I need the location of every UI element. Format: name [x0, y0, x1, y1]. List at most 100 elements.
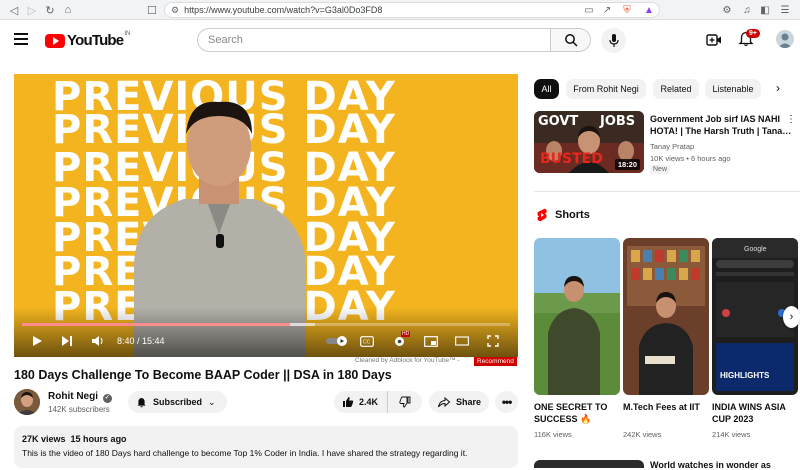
- brave-rewards-icon[interactable]: ▲: [642, 3, 656, 17]
- youtube-play-icon: [45, 33, 65, 48]
- short-thumbnail-image: [623, 238, 709, 395]
- channel-avatar[interactable]: [14, 389, 40, 415]
- search-button[interactable]: [550, 28, 591, 52]
- next-video-title[interactable]: World watches in wonder as: [650, 460, 771, 470]
- section-divider: [534, 191, 800, 192]
- next-button[interactable]: [60, 334, 74, 348]
- microphone-icon: [608, 34, 619, 47]
- chips-next-icon[interactable]: ›: [776, 81, 780, 95]
- home-icon[interactable]: ⌂: [60, 2, 76, 18]
- bookmark-icon[interactable]: ☐: [144, 2, 160, 18]
- svg-text:HIGHLIGHTS: HIGHLIGHTS: [720, 371, 770, 380]
- captions-icon: CC: [360, 335, 374, 347]
- autoplay-toggle[interactable]: [324, 334, 350, 348]
- view-meta: 27K views 15 hours ago: [22, 434, 127, 444]
- subscribed-button[interactable]: Subscribed ⌄: [128, 391, 227, 413]
- share-page-icon[interactable]: ↗: [600, 3, 614, 17]
- voice-search-button[interactable]: [601, 28, 626, 53]
- play-icon: [33, 336, 42, 346]
- like-dislike-group: 2.4K: [334, 391, 422, 413]
- youtube-logo[interactable]: YouTube IN: [45, 30, 131, 49]
- thumb-text-govt: GOVT: [538, 114, 579, 129]
- volume-icon: [91, 336, 102, 346]
- chip-from-channel[interactable]: From Rohit Negi: [566, 79, 646, 99]
- chip-listenable[interactable]: Listenable: [705, 79, 761, 99]
- progress-bar[interactable]: [22, 323, 510, 326]
- duration-badge: 18:20: [614, 159, 640, 170]
- shorts-next-arrow-icon[interactable]: ›: [783, 306, 800, 328]
- short-card[interactable]: [534, 238, 620, 395]
- site-info-icon[interactable]: ⚙: [171, 5, 179, 16]
- browser-back-icon[interactable]: ◁: [6, 2, 22, 18]
- channel-name-text: Rohit Negi: [48, 391, 98, 402]
- short-card[interactable]: [623, 238, 709, 395]
- shorts-heading: Shorts: [555, 209, 590, 221]
- adblock-note: Cleaned by Adblock for YouTube™ -: [355, 357, 460, 364]
- sidebar-icon[interactable]: ◧: [758, 3, 772, 17]
- search-placeholder: Search: [208, 34, 243, 46]
- miniplayer-button[interactable]: [424, 334, 438, 348]
- chip-all[interactable]: All: [534, 79, 559, 99]
- fullscreen-icon: [487, 335, 499, 347]
- share-arrow-icon: [438, 396, 450, 407]
- dislike-button[interactable]: [388, 391, 422, 413]
- channel-name[interactable]: Rohit Negi ✓: [48, 391, 112, 403]
- hd-badge: HD: [401, 331, 411, 337]
- recommendation-channel[interactable]: Tanay Pratap: [650, 142, 694, 151]
- video-title: 180 Days Challenge To Become BAAP Coder …: [14, 368, 392, 382]
- upload-age: 15 hours ago: [70, 434, 127, 444]
- search-input[interactable]: Search: [197, 28, 551, 52]
- shorts-icon: [537, 208, 547, 222]
- settings-button[interactable]: HD: [392, 331, 411, 348]
- search-icon: [564, 34, 578, 47]
- share-button[interactable]: Share: [429, 391, 489, 413]
- notification-count-badge: 9+: [746, 29, 760, 38]
- fullscreen-button[interactable]: [486, 334, 500, 348]
- reload-icon[interactable]: ↻: [42, 2, 58, 18]
- thumbs-up-icon: [343, 397, 354, 407]
- short-title[interactable]: M.Tech Fees at IIT: [623, 401, 709, 413]
- recommend-button[interactable]: Recommend: [474, 357, 517, 366]
- description-text: This is the video of 180 Days hard chall…: [22, 448, 468, 458]
- subscriber-count: 142K subscribers: [48, 405, 110, 414]
- recommendation-meta: 10K views • 6 hours ago: [650, 154, 731, 163]
- logo-text: YouTube: [67, 32, 124, 49]
- controls-gradient: [14, 307, 518, 357]
- volume-button[interactable]: [90, 334, 104, 348]
- theater-mode-icon: [455, 336, 469, 346]
- next-video-thumbnail[interactable]: [534, 460, 644, 468]
- captions-button[interactable]: CC: [360, 334, 374, 348]
- description-box[interactable]: [14, 426, 518, 468]
- user-avatar-icon: [778, 33, 792, 48]
- svg-text:Google: Google: [744, 246, 767, 253]
- theater-mode-button[interactable]: [455, 334, 469, 348]
- view-count: 27K views: [22, 434, 66, 444]
- media-icon[interactable]: ♫: [740, 3, 754, 17]
- short-views: 242K views: [623, 430, 662, 439]
- more-actions-button[interactable]: •••: [495, 391, 518, 413]
- url-text: https://www.youtube.com/watch?v=G3al0Do3…: [184, 5, 383, 15]
- browser-toolbar: ◁ ▷ ↻ ⌂ ☐ ⚙ https://www.youtube.com/watc…: [0, 0, 800, 20]
- create-video-icon[interactable]: [706, 32, 722, 48]
- brave-shield-icon[interactable]: ⛨: [620, 3, 634, 17]
- share-label: Share: [456, 397, 482, 407]
- account-avatar[interactable]: [776, 30, 794, 48]
- like-button[interactable]: 2.4K: [334, 391, 388, 413]
- play-button[interactable]: [30, 334, 44, 348]
- browser-forward-icon[interactable]: ▷: [24, 2, 40, 18]
- more-horizontal-icon: •••: [501, 395, 513, 409]
- menu-icon[interactable]: [14, 33, 28, 45]
- chip-related[interactable]: Related: [653, 79, 699, 99]
- recommendation-thumbnail[interactable]: GOVT JOBS BUSTED 18:20: [534, 111, 644, 173]
- recommendation-title[interactable]: Government Job sirf IAS NAHI HOTA! | The…: [650, 113, 796, 137]
- country-code: IN: [124, 30, 131, 37]
- cast-icon[interactable]: ▭: [582, 3, 596, 17]
- short-views: 214K views: [712, 430, 751, 439]
- extensions-icon[interactable]: ⚙: [720, 3, 734, 17]
- recommendation-more-icon[interactable]: ⋮: [786, 114, 796, 125]
- browser-menu-icon[interactable]: ☰: [778, 3, 792, 17]
- short-title[interactable]: INDIA WINS ASIA CUP 2023: [712, 401, 798, 425]
- short-views: 116K views: [534, 430, 572, 439]
- short-title[interactable]: ONE SECRET TO SUCCESS 🔥: [534, 401, 620, 425]
- video-player[interactable]: PREVIOUS DAY PREVIOUS DAY PREVIOUS DAY P…: [14, 74, 518, 357]
